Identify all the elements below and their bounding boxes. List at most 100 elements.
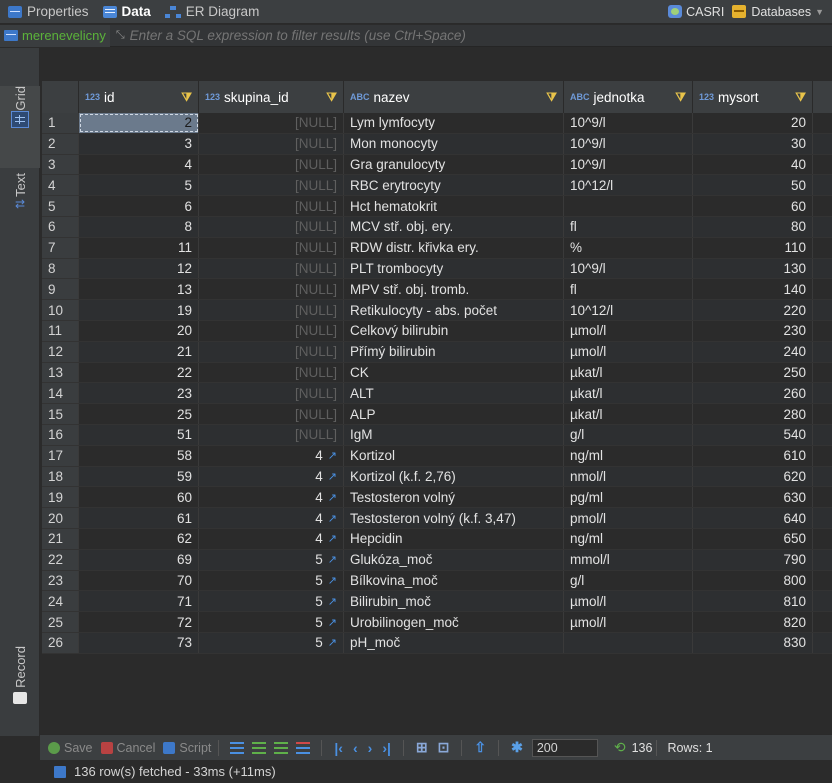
cell-skupina-id[interactable]: [NULL] xyxy=(199,383,344,404)
cell-nazev[interactable]: Lym lymfocyty xyxy=(344,113,564,133)
cell-skupina-id[interactable]: [NULL] xyxy=(199,279,344,300)
cell-mysort[interactable]: 220 xyxy=(693,300,813,320)
row-number[interactable]: 25 xyxy=(42,612,79,632)
cell-nazev[interactable]: MCV stř. obj. ery. xyxy=(344,216,564,237)
cell-id[interactable]: 8 xyxy=(79,216,199,237)
cell-skupina-id[interactable]: [NULL] xyxy=(199,196,344,216)
connection-button[interactable]: CASRI xyxy=(668,5,724,19)
table-row[interactable]: 26 73 5 ↗ pH_moč 830 xyxy=(42,632,832,654)
cell-skupina-id[interactable]: [NULL] xyxy=(199,216,344,237)
cell-jednotka[interactable]: µmol/l xyxy=(564,341,693,362)
cell-skupina-id[interactable]: 4 ↗ xyxy=(199,445,344,466)
cell-jednotka[interactable] xyxy=(564,632,693,653)
cell-nazev[interactable]: Hepcidin xyxy=(344,528,564,549)
cell-nazev[interactable]: RDW distr. křivka ery. xyxy=(344,237,564,258)
cell-jednotka[interactable]: ng/ml xyxy=(564,528,693,549)
table-row[interactable]: 17 58 4 ↗ Kortizol ng/ml 610 xyxy=(42,445,832,467)
table-row[interactable]: 10 19 [NULL] Retikulocyty - abs. počet 10^12… xyxy=(42,300,832,321)
tab-properties[interactable]: Properties xyxy=(0,0,95,24)
cell-mysort[interactable]: 650 xyxy=(693,528,813,549)
cell-mysort[interactable]: 50 xyxy=(693,175,813,196)
row-number[interactable]: 11 xyxy=(42,320,79,341)
cell-mysort[interactable]: 610 xyxy=(693,445,813,466)
table-row[interactable]: 5 6 [NULL] Hct hematokrit 60 xyxy=(42,196,832,217)
cell-mysort[interactable]: 790 xyxy=(693,549,813,570)
side-tab-text[interactable]: Text ⇄ xyxy=(0,173,40,253)
table-row[interactable]: 1 2 [NULL] Lym lymfocyty 10^9/l 20 xyxy=(42,113,832,134)
cell-id[interactable]: 23 xyxy=(79,383,199,404)
delete-row-icon[interactable] xyxy=(296,741,311,754)
cell-jednotka[interactable]: µmol/l xyxy=(564,320,693,341)
cell-nazev[interactable]: Retikulocyty - abs. počet xyxy=(344,300,564,320)
cell-skupina-id[interactable]: 5 ↗ xyxy=(199,549,344,570)
cell-skupina-id[interactable]: 5 ↗ xyxy=(199,632,344,653)
cell-jednotka[interactable]: nmol/l xyxy=(564,466,693,487)
cell-jednotka[interactable]: pg/ml xyxy=(564,487,693,508)
cell-nazev[interactable]: RBC erytrocyty xyxy=(344,175,564,196)
cell-nazev[interactable]: Celkový bilirubin xyxy=(344,320,564,341)
cell-skupina-id[interactable]: 5 ↗ xyxy=(199,570,344,591)
cell-id[interactable]: 22 xyxy=(79,362,199,383)
table-row[interactable]: 22 69 5 ↗ Glukóza_moč mmol/l 790 xyxy=(42,549,832,571)
table-row[interactable]: 11 20 [NULL] Celkový bilirubin µmol/l 230 xyxy=(42,320,832,342)
cell-nazev[interactable]: Bílkovina_moč xyxy=(344,570,564,591)
cell-skupina-id[interactable]: [NULL] xyxy=(199,341,344,362)
row-number[interactable]: 7 xyxy=(42,237,79,258)
cell-id[interactable]: 71 xyxy=(79,591,199,612)
cell-skupina-id[interactable]: [NULL] xyxy=(199,175,344,196)
cell-mysort[interactable]: 280 xyxy=(693,404,813,424)
table-row[interactable]: 23 70 5 ↗ Bílkovina_moč g/l 800 xyxy=(42,570,832,592)
cell-id[interactable]: 5 xyxy=(79,175,199,196)
first-page-icon[interactable]: |‹ xyxy=(334,740,343,756)
cell-nazev[interactable]: IgM xyxy=(344,424,564,445)
cell-skupina-id[interactable]: [NULL] xyxy=(199,133,344,154)
table-row[interactable]: 20 61 4 ↗ Testosteron volný (k.f. 3,47) pmol/… xyxy=(42,508,832,529)
layout-icon[interactable]: ⊡ xyxy=(438,739,450,756)
cell-skupina-id[interactable]: 4 ↗ xyxy=(199,466,344,487)
script-button[interactable]: Script xyxy=(163,741,211,755)
table-row[interactable]: 16 51 [NULL] IgM g/l 540 xyxy=(42,424,832,446)
cell-id[interactable]: 4 xyxy=(79,154,199,175)
cell-mysort[interactable]: 60 xyxy=(693,196,813,216)
cell-id[interactable]: 12 xyxy=(79,258,199,279)
cell-nazev[interactable]: Testosteron volný xyxy=(344,487,564,508)
row-number[interactable]: 3 xyxy=(42,154,79,175)
cell-jednotka[interactable]: µkat/l xyxy=(564,404,693,424)
cell-jednotka[interactable]: mmol/l xyxy=(564,549,693,570)
cell-mysort[interactable]: 130 xyxy=(693,258,813,279)
cell-nazev[interactable]: Urobilinogen_moč xyxy=(344,612,564,632)
row-number[interactable]: 26 xyxy=(42,632,79,653)
cell-nazev[interactable]: ALP xyxy=(344,404,564,424)
expand-icon[interactable]: ⤡ xyxy=(116,29,125,42)
cell-id[interactable]: 51 xyxy=(79,424,199,445)
cell-id[interactable]: 3 xyxy=(79,133,199,154)
foreign-key-link-icon[interactable]: ↗ xyxy=(328,595,337,608)
cell-id[interactable]: 69 xyxy=(79,549,199,570)
foreign-key-link-icon[interactable]: ↗ xyxy=(328,532,337,545)
cell-mysort[interactable]: 20 xyxy=(693,113,813,133)
panels-icon[interactable]: ⊞ xyxy=(416,739,428,756)
cell-id[interactable]: 62 xyxy=(79,528,199,549)
foreign-key-link-icon[interactable]: ↗ xyxy=(328,616,337,629)
cell-id[interactable]: 73 xyxy=(79,632,199,653)
edit-row-icon[interactable] xyxy=(230,741,245,754)
cell-id[interactable]: 60 xyxy=(79,487,199,508)
copy-row-icon[interactable] xyxy=(274,741,289,754)
cell-jednotka[interactable]: 10^12/l xyxy=(564,175,693,196)
cell-skupina-id[interactable]: [NULL] xyxy=(199,362,344,383)
cell-skupina-id[interactable]: [NULL] xyxy=(199,320,344,341)
cell-mysort[interactable]: 30 xyxy=(693,133,813,154)
cell-nazev[interactable]: PLT trombocyty xyxy=(344,258,564,279)
cell-mysort[interactable]: 540 xyxy=(693,424,813,445)
settings-gear-icon[interactable]: ✱ xyxy=(511,739,523,756)
cell-jednotka[interactable]: µmol/l xyxy=(564,612,693,632)
cell-mysort[interactable]: 250 xyxy=(693,362,813,383)
cell-jednotka[interactable]: fl xyxy=(564,279,693,300)
cell-mysort[interactable]: 820 xyxy=(693,612,813,632)
cell-skupina-id[interactable]: [NULL] xyxy=(199,237,344,258)
cell-id[interactable]: 59 xyxy=(79,466,199,487)
table-row[interactable]: 8 12 [NULL] PLT trombocyty 10^9/l 130 xyxy=(42,258,832,280)
table-row[interactable]: 3 4 [NULL] Gra granulocyty 10^9/l 40 xyxy=(42,154,832,176)
cell-skupina-id[interactable]: 5 ↗ xyxy=(199,591,344,612)
table-row[interactable]: 6 8 [NULL] MCV stř. obj. ery. fl 80 xyxy=(42,216,832,238)
